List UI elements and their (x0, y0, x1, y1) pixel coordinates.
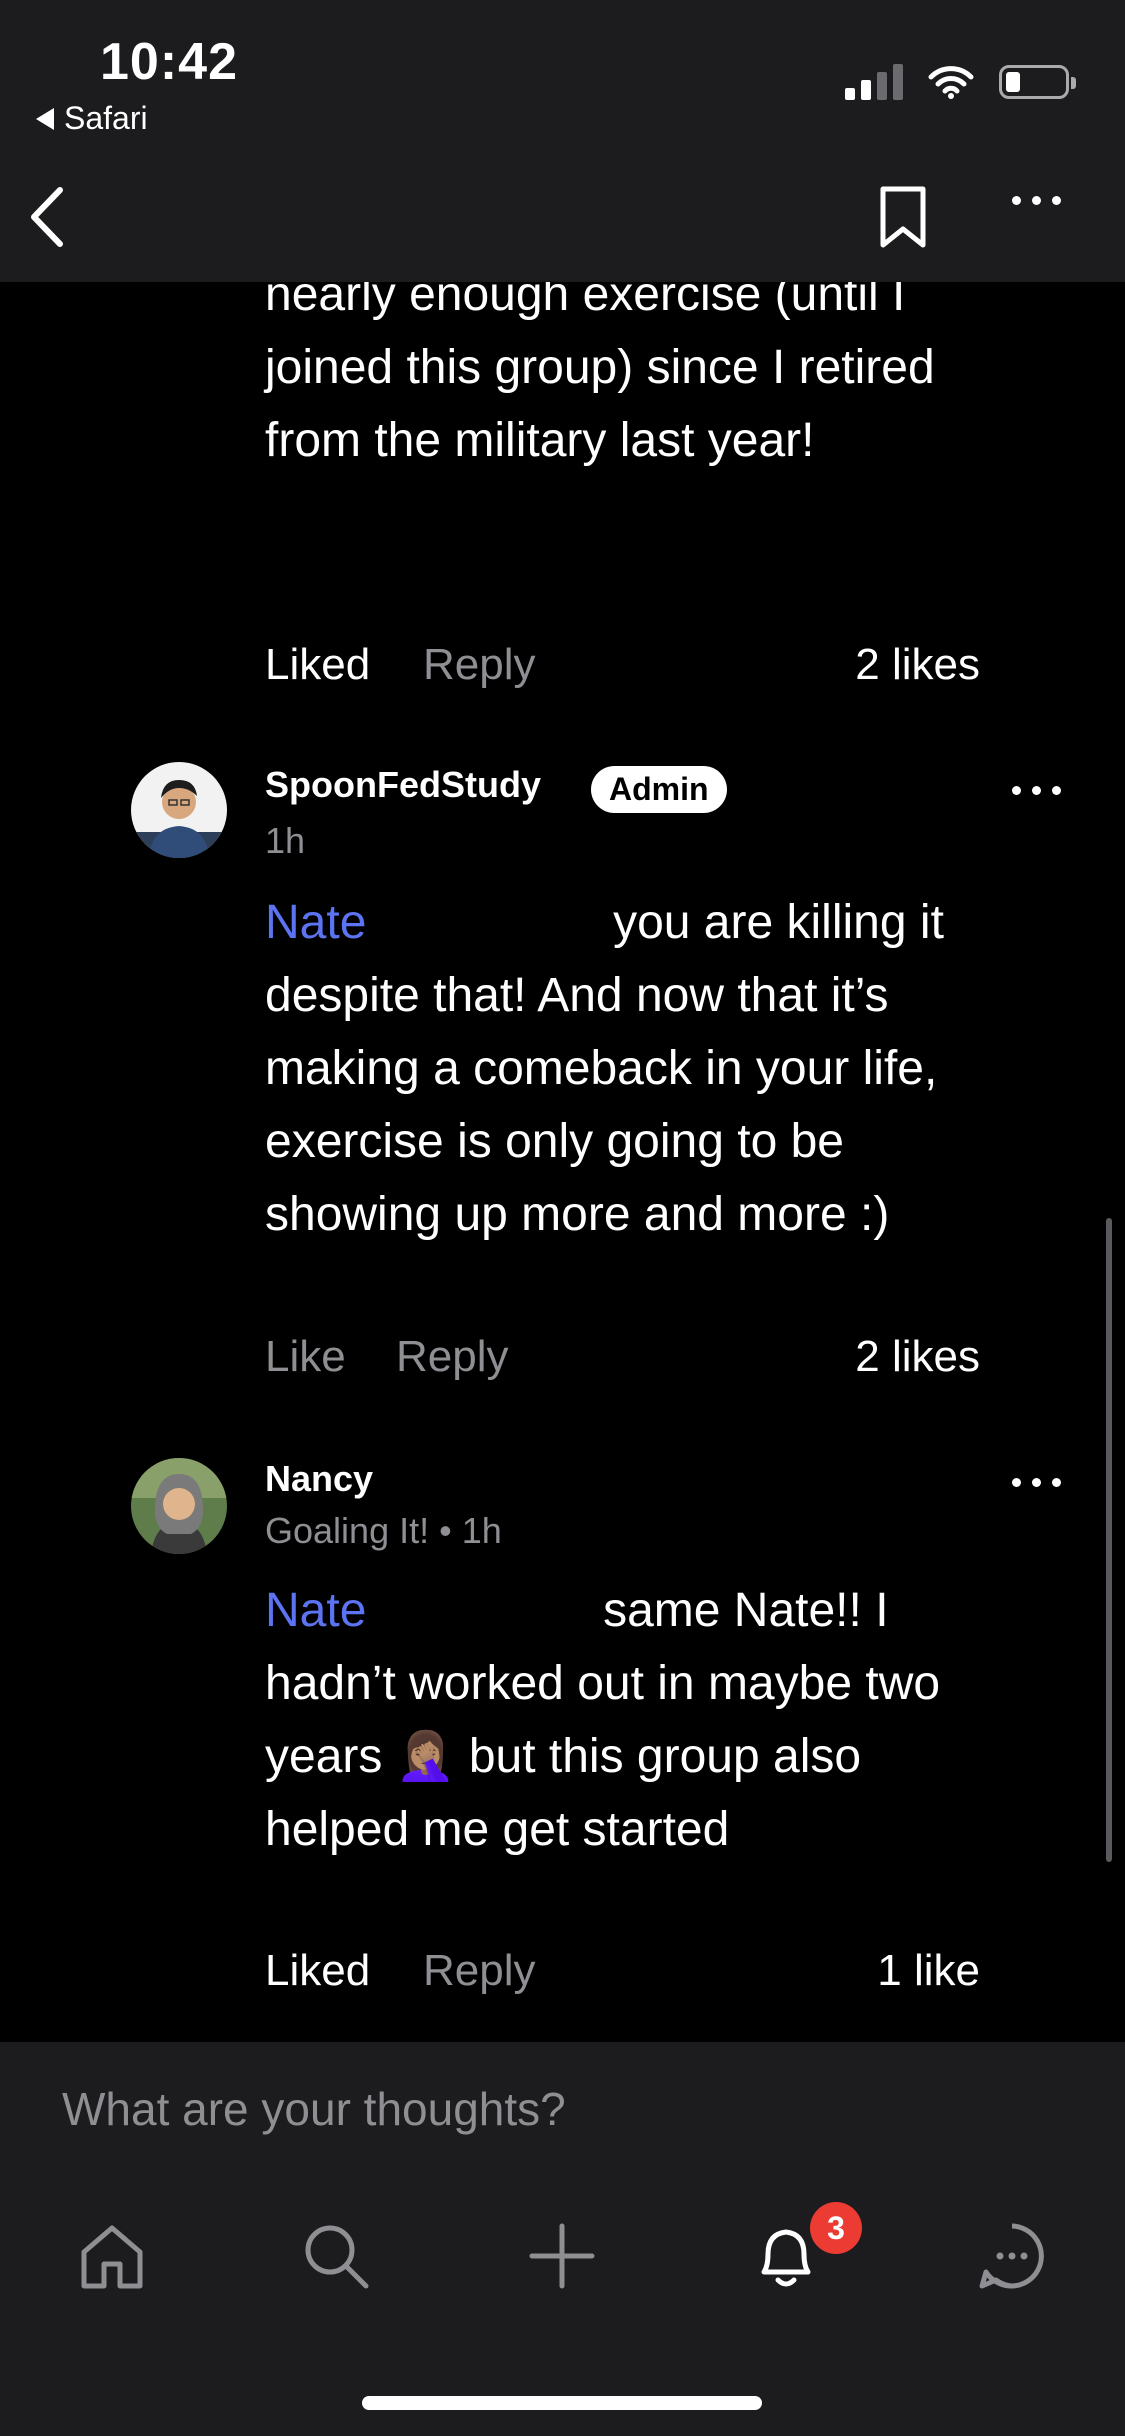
comment-3-text: Nate same Nate!! I hadn’t worked out in … (265, 1574, 1005, 1866)
cellular-signal-icon (845, 64, 903, 100)
comment-3-more-icon[interactable] (1012, 1478, 1061, 1487)
back-chevron-icon[interactable] (22, 182, 72, 252)
comment-3-author[interactable]: Nancy (265, 1458, 373, 1500)
comment-1-text: nearly enough exercise (until I joined t… (265, 282, 935, 467)
more-options-icon[interactable] (1012, 196, 1061, 205)
mention-link[interactable]: Nate (265, 896, 366, 949)
avatar[interactable] (131, 762, 227, 858)
comment-thread: nearly enough exercise (until I joined t… (0, 282, 1125, 2042)
bookmark-icon[interactable] (876, 184, 930, 250)
top-bar: 10:42 Safari (0, 0, 1125, 282)
liked-button[interactable]: Liked (265, 640, 370, 690)
admin-badge: Admin (591, 766, 727, 813)
back-to-safari[interactable]: Safari (36, 100, 148, 137)
home-indicator[interactable] (362, 2396, 762, 2410)
redacted-name (379, 1593, 590, 1634)
avatar[interactable] (131, 1458, 227, 1554)
comment-1-actions: Liked Reply 2 likes (265, 640, 980, 700)
reply-button[interactable]: Reply (423, 1946, 536, 1996)
back-triangle-icon (36, 107, 54, 130)
comment-2-text: Nate you are killing it despite that! An… (265, 886, 1005, 1251)
battery-icon (999, 65, 1076, 99)
comment-2-author[interactable]: SpoonFedStudy (265, 764, 541, 806)
status-icons (845, 64, 1076, 100)
liked-button[interactable]: Liked (265, 1946, 370, 1996)
reply-button[interactable]: Reply (423, 640, 536, 690)
comment-3-actions: Liked Reply 1 like (265, 1946, 980, 2006)
comment-2-actions: Like Reply 2 likes (265, 1332, 980, 1392)
redacted-name (379, 905, 600, 946)
plus-icon[interactable] (524, 2218, 600, 2294)
notification-badge: 3 (810, 2202, 862, 2254)
back-app-label: Safari (64, 100, 148, 136)
comment-2-meta: 1h (265, 820, 306, 861)
likes-count[interactable]: 1 like (877, 1946, 980, 1996)
comment-2-body: you are killing it despite that! And now… (265, 896, 944, 1241)
likes-count[interactable]: 2 likes (855, 640, 980, 690)
chat-icon[interactable] (974, 2218, 1050, 2294)
likes-count[interactable]: 2 likes (855, 1332, 980, 1382)
comment-input[interactable]: What are your thoughts? (62, 2082, 566, 2136)
scrollbar[interactable] (1106, 1218, 1112, 1862)
comment-3-meta: Goaling It! • 1h (265, 1510, 502, 1551)
search-icon[interactable] (298, 2218, 374, 2294)
like-button[interactable]: Like (265, 1332, 346, 1382)
facepalm-emoji-icon: 🤦🏽‍♀️ (395, 1730, 456, 1783)
comment-2-more-icon[interactable] (1012, 786, 1061, 795)
home-icon[interactable] (74, 2218, 150, 2294)
reply-button[interactable]: Reply (396, 1332, 509, 1382)
wifi-icon (928, 66, 974, 99)
status-time: 10:42 (100, 33, 238, 91)
bottom-panel: What are your thoughts? 3 (0, 2042, 1125, 2436)
tab-bar: 3 (0, 2202, 1125, 2322)
mention-link[interactable]: Nate (265, 1584, 366, 1637)
